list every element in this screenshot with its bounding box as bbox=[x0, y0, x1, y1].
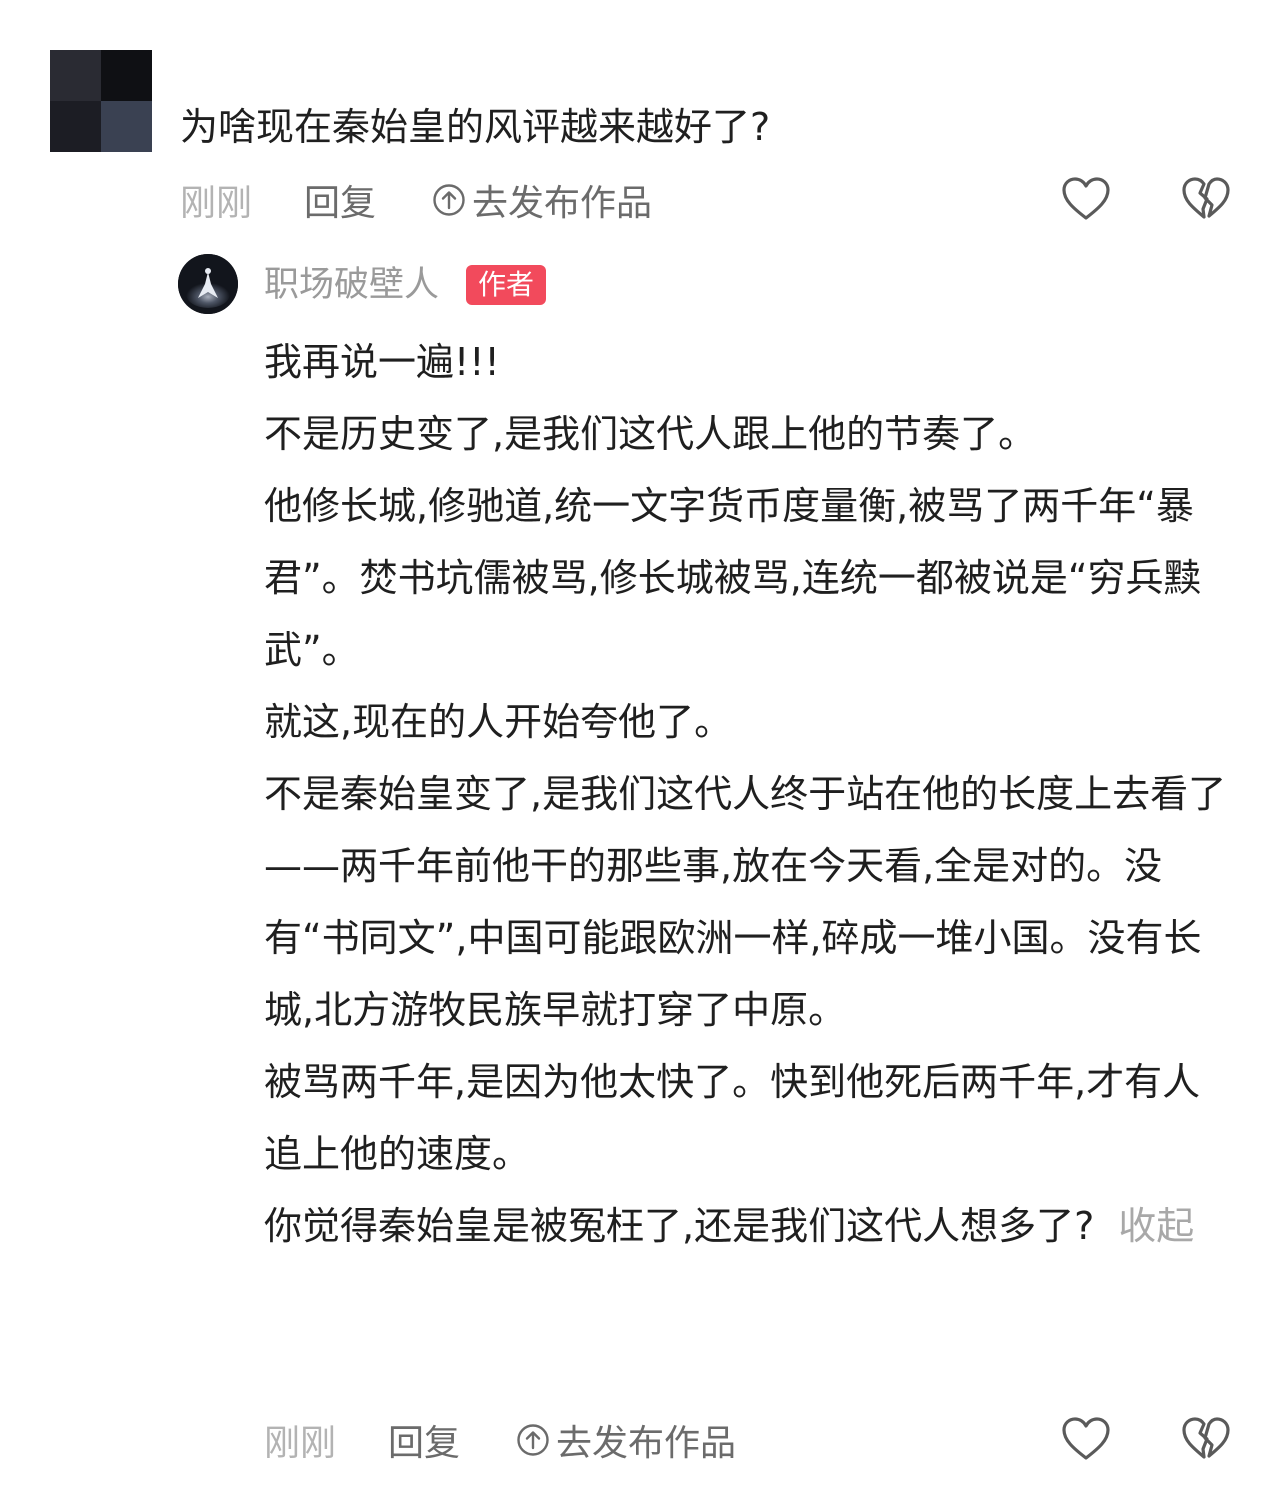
broken-heart-icon bbox=[1182, 1417, 1230, 1459]
publish-work-label: 去发布作品 bbox=[556, 1423, 737, 1464]
upload-circle-icon bbox=[517, 1424, 549, 1456]
reply-paragraph-text: 你觉得秦始皇是被冤枉了,还是我们这代人想多了? bbox=[264, 1204, 1095, 1248]
broken-heart-icon bbox=[1182, 177, 1230, 219]
like-button[interactable] bbox=[1058, 1412, 1114, 1466]
heart-outline-icon bbox=[1062, 177, 1110, 220]
reply-paragraph-last: 你觉得秦始皇是被冤枉了,还是我们这代人想多了? 收起 bbox=[264, 1190, 1234, 1262]
reply-button[interactable]: 回复 bbox=[388, 1414, 460, 1466]
commenter-avatar[interactable] bbox=[50, 50, 152, 152]
like-button[interactable] bbox=[1058, 172, 1114, 226]
publish-work-button[interactable]: 去发布作品 bbox=[516, 1414, 736, 1466]
author-avatar-image bbox=[178, 254, 238, 314]
comment-thread: 为啥现在秦始皇的风评越来越好了? 刚刚 回复 去发布作品 职场破壁人 作者 我再… bbox=[0, 0, 1280, 1492]
author-avatar[interactable] bbox=[178, 254, 238, 314]
reply-text: 我再说一遍!!! 不是历史变了,是我们这代人跟上他的节奏了。 他修长城,修驰道,… bbox=[264, 326, 1234, 1262]
reply-paragraph: 就这,现在的人开始夸他了。 bbox=[264, 700, 733, 744]
reply-time: 刚刚 bbox=[264, 1423, 337, 1464]
heart-outline-icon bbox=[1062, 1417, 1110, 1460]
author-badge: 作者 bbox=[466, 265, 547, 305]
publish-work-label: 去发布作品 bbox=[472, 183, 653, 224]
reply-button[interactable]: 回复 bbox=[304, 174, 376, 226]
dislike-button[interactable] bbox=[1178, 1412, 1234, 1466]
author-name[interactable]: 职场破壁人 bbox=[264, 258, 439, 312]
reply-paragraph: 被骂两千年,是因为他太快了。快到他死后两千年,才有人追上他的速度。 bbox=[264, 1060, 1201, 1176]
dislike-button[interactable] bbox=[1178, 172, 1234, 226]
reply-paragraph: 我再说一遍!!! bbox=[264, 340, 500, 384]
publish-work-button[interactable]: 去发布作品 bbox=[432, 174, 652, 226]
reply-paragraph: 不是秦始皇变了,是我们这代人终于站在他的长度上去看了——两千年前他干的那些事,放… bbox=[264, 772, 1227, 1032]
collapse-link[interactable]: 收起 bbox=[1118, 1204, 1194, 1248]
upload-circle-icon bbox=[433, 184, 465, 216]
comment-text: 为啥现在秦始皇的风评越来越好了? bbox=[180, 105, 771, 149]
reply-paragraph: 不是历史变了,是我们这代人跟上他的节奏了。 bbox=[264, 412, 1037, 456]
reply-paragraph: 他修长城,修驰道,统一文字货币度量衡,被骂了两千年“暴君”。焚书坑儒被骂,修长城… bbox=[264, 484, 1202, 672]
comment-time: 刚刚 bbox=[180, 183, 253, 224]
